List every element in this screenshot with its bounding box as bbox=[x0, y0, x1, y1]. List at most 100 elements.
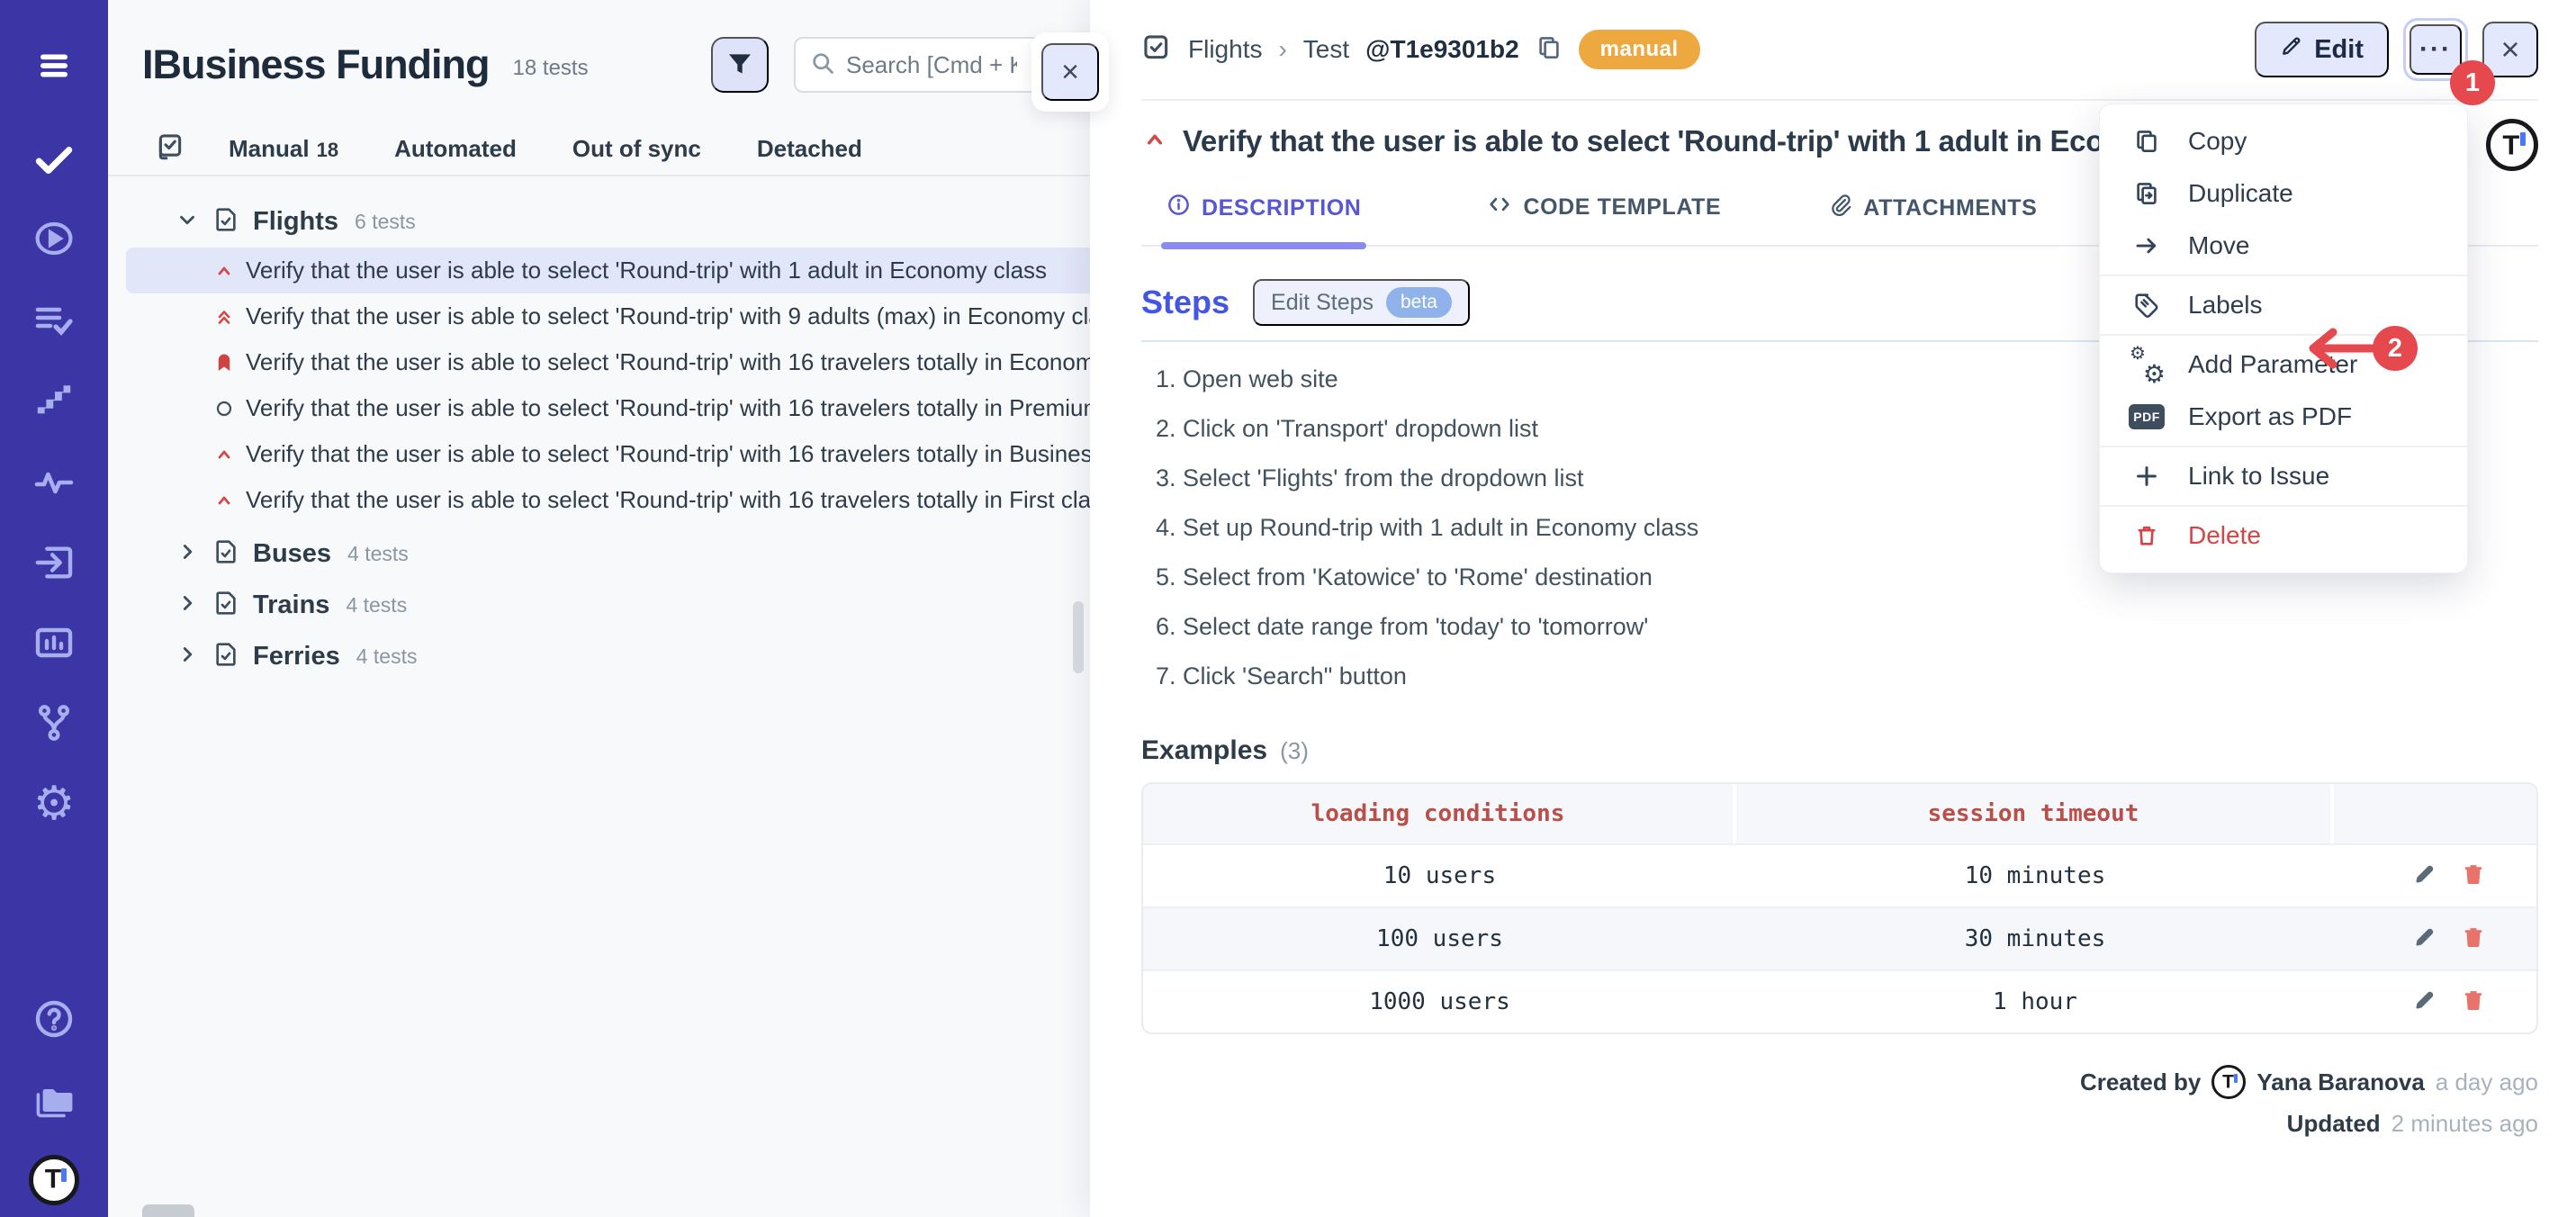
chevron-right-icon[interactable] bbox=[176, 540, 199, 568]
edit-row-icon[interactable] bbox=[2412, 861, 2437, 891]
tests-count: 18 tests bbox=[513, 56, 589, 81]
column-header-actions bbox=[2334, 784, 2536, 843]
repository-header: IBusiness Funding 18 tests bbox=[108, 0, 1091, 97]
cell: 10 users bbox=[1143, 845, 1736, 906]
vertical-scrollbar-thumb[interactable] bbox=[1073, 601, 1084, 673]
tab-attachments[interactable]: ATTACHMENTS bbox=[1829, 194, 2037, 245]
edit-steps-button[interactable]: Edit Steps beta bbox=[1253, 279, 1470, 326]
menu-item-delete[interactable]: Delete bbox=[2100, 509, 2467, 562]
menu-item-labels[interactable]: Labels bbox=[2100, 279, 2467, 331]
sign-in-icon[interactable] bbox=[32, 542, 77, 583]
edit-row-icon[interactable] bbox=[2412, 987, 2437, 1017]
menu-item-export-pdf[interactable]: PDF Export as PDF bbox=[2100, 391, 2467, 443]
author-name[interactable]: Yana Baranova bbox=[2256, 1068, 2424, 1096]
severity-highest-icon bbox=[213, 306, 235, 328]
menu-item-move[interactable]: Move bbox=[2100, 220, 2467, 272]
severity-high-icon bbox=[1141, 126, 1168, 158]
cell: 30 minutes bbox=[1736, 908, 2334, 969]
test-author-avatar: T bbox=[2486, 119, 2538, 171]
horizontal-scrollbar-thumb[interactable] bbox=[142, 1204, 194, 1217]
test-row[interactable]: Verify that the user is able to select '… bbox=[108, 385, 1091, 431]
play-circle-icon[interactable] bbox=[32, 217, 76, 260]
beta-badge: beta bbox=[1386, 287, 1452, 318]
edit-button[interactable]: Edit bbox=[2255, 22, 2389, 77]
test-row-selected[interactable]: Verify that the user is able to select '… bbox=[126, 248, 1091, 293]
chevron-right-icon[interactable] bbox=[176, 591, 199, 619]
author-avatar: T bbox=[2211, 1065, 2246, 1099]
git-branch-icon[interactable] bbox=[33, 702, 75, 744]
activity-pulse-icon[interactable] bbox=[32, 460, 76, 503]
trash-icon bbox=[2130, 523, 2163, 548]
tab-description[interactable]: DESCRIPTION bbox=[1166, 193, 1361, 245]
filter-button[interactable] bbox=[711, 37, 769, 93]
severity-normal-icon bbox=[213, 398, 235, 419]
gears-icon: ⚙⚙ bbox=[2130, 349, 2163, 380]
select-all-checkbox-icon[interactable] bbox=[155, 131, 185, 167]
search-input[interactable] bbox=[846, 51, 1017, 79]
project-title: IBusiness Funding bbox=[142, 41, 490, 88]
menu-item-copy[interactable]: Copy bbox=[2100, 115, 2467, 167]
copy-icon bbox=[2130, 128, 2163, 155]
bar-chart-icon[interactable] bbox=[32, 621, 76, 664]
created-by-label: Created by bbox=[2080, 1068, 2201, 1096]
severity-blocker-icon bbox=[213, 352, 235, 374]
annotation-badge-1: 1 bbox=[2450, 60, 2495, 105]
folder-count: 6 tests bbox=[355, 210, 416, 234]
folder-count: 4 tests bbox=[356, 645, 418, 669]
menu-divider bbox=[2100, 505, 2467, 507]
tab-out-of-sync[interactable]: Out of sync bbox=[572, 135, 701, 163]
menu-divider bbox=[2100, 446, 2467, 447]
search-icon bbox=[810, 50, 835, 80]
app-rail: ⚙ T bbox=[0, 0, 108, 1217]
copy-id-icon[interactable] bbox=[1536, 34, 1563, 66]
more-actions-button[interactable]: ··· bbox=[2409, 24, 2462, 75]
test-row[interactable]: Verify that the user is able to select '… bbox=[108, 339, 1091, 385]
close-panel-button[interactable]: × bbox=[1041, 43, 1099, 101]
table-row: 10 users 10 minutes bbox=[1143, 843, 2536, 906]
delete-row-icon[interactable] bbox=[2461, 924, 2486, 954]
tab-code-template[interactable]: CODE TEMPLATE bbox=[1487, 192, 1721, 245]
hamburger-menu-icon[interactable] bbox=[33, 48, 75, 84]
delete-row-icon[interactable] bbox=[2461, 987, 2486, 1017]
document-check-icon bbox=[212, 589, 240, 622]
menu-divider bbox=[2100, 275, 2467, 276]
cell: 1 hour bbox=[1736, 971, 2334, 1032]
search-box[interactable] bbox=[794, 37, 1042, 93]
edit-row-icon[interactable] bbox=[2412, 924, 2437, 954]
steps-heading: Steps bbox=[1141, 284, 1229, 321]
menu-item-link-to-issue[interactable]: Link to Issue bbox=[2100, 450, 2467, 502]
test-row[interactable]: Verify that the user is able to select '… bbox=[108, 431, 1091, 477]
document-check-icon bbox=[212, 205, 240, 239]
repository-tabs: Manual18 Automated Out of sync Detached bbox=[108, 122, 1091, 176]
folder-buses[interactable]: Buses 4 tests bbox=[108, 528, 1091, 580]
tab-automated[interactable]: Automated bbox=[394, 135, 517, 163]
delete-row-icon[interactable] bbox=[2461, 861, 2486, 891]
meta-footer: Created by T Yana Baranova a day ago Upd… bbox=[1141, 1065, 2538, 1138]
help-circle-icon[interactable] bbox=[32, 997, 76, 1041]
tag-icon bbox=[2130, 292, 2163, 319]
user-avatar[interactable]: T bbox=[29, 1155, 79, 1205]
updated-ago: 2 minutes ago bbox=[2391, 1110, 2538, 1138]
test-row[interactable]: Verify that the user is able to select '… bbox=[108, 293, 1091, 339]
gear-icon[interactable]: ⚙ bbox=[33, 780, 76, 827]
code-icon bbox=[1487, 192, 1512, 223]
folder-trains[interactable]: Trains 4 tests bbox=[108, 580, 1091, 631]
tab-detached[interactable]: Detached bbox=[757, 135, 862, 163]
duplicate-icon bbox=[2130, 180, 2163, 207]
drawer-actions: Edit ··· × bbox=[2255, 18, 2538, 81]
tab-manual[interactable]: Manual18 bbox=[229, 135, 338, 163]
stairs-milestones-icon[interactable] bbox=[33, 379, 75, 420]
list-check-icon[interactable] bbox=[32, 299, 76, 342]
folder-flights[interactable]: Flights 6 tests bbox=[108, 196, 1091, 248]
test-cases-check-icon[interactable] bbox=[32, 137, 77, 182]
chevron-right-icon[interactable] bbox=[176, 643, 199, 671]
breadcrumb-folder[interactable]: Flights bbox=[1188, 35, 1262, 64]
projects-folders-icon[interactable] bbox=[31, 1079, 77, 1122]
chevron-down-icon[interactable] bbox=[176, 208, 199, 236]
updated-label: Updated bbox=[2287, 1110, 2381, 1138]
menu-item-duplicate[interactable]: Duplicate bbox=[2100, 167, 2467, 220]
test-row[interactable]: Verify that the user is able to select '… bbox=[108, 477, 1091, 523]
folder-ferries[interactable]: Ferries 4 tests bbox=[108, 631, 1091, 682]
document-check-icon bbox=[212, 640, 240, 673]
test-title: Verify that the user is able to select '… bbox=[246, 302, 1091, 330]
